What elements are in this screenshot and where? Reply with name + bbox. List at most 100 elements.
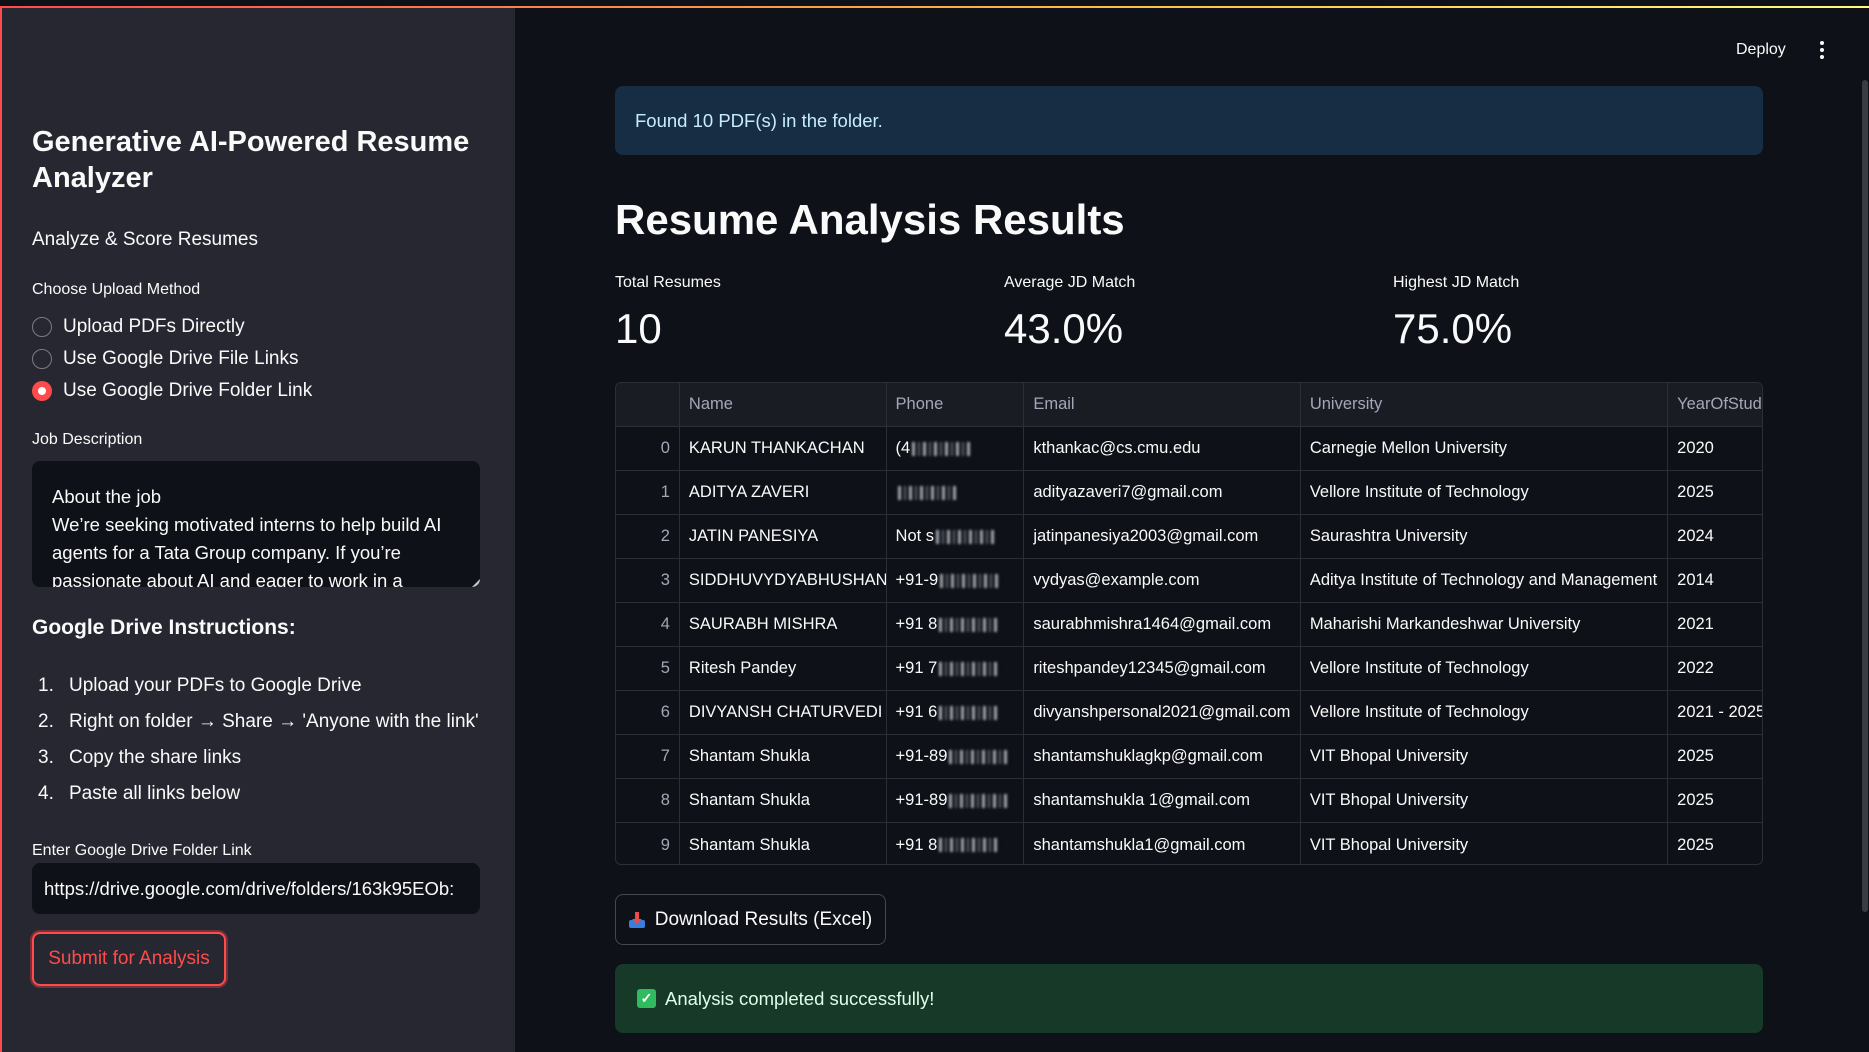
row-index[interactable]: 7 [616,735,680,778]
row-index[interactable]: 5 [616,647,680,690]
cell-university[interactable]: VIT Bhopal University [1301,823,1669,864]
row-index[interactable]: 4 [616,603,680,646]
cell-phone[interactable]: +91 6 [887,691,1025,734]
cell-email[interactable]: shantamshukla 1@gmail.com [1024,779,1301,822]
table-row[interactable]: 3 SIDDHUVYDYABHUSHANA +91-9 vydyas@example.… [616,559,1762,603]
radio-drive-file-links[interactable]: Use Google Drive File Links [32,346,298,372]
cell-email[interactable]: shantamshukla1@gmail.com [1024,823,1301,864]
cell-year[interactable]: 2021 [1668,603,1762,646]
cell-year[interactable]: 2021 - 2025 [1668,691,1762,734]
cell-name[interactable]: Shantam Shukla [680,779,887,822]
cell-phone[interactable]: (4 [887,427,1025,470]
cell-university[interactable]: VIT Bhopal University [1301,779,1669,822]
sidebar-subtitle: Analyze & Score Resumes [32,229,258,250]
job-description-textarea[interactable]: About the job We’re seeking motivated in… [32,461,480,587]
cell-email[interactable]: divyanshpersonal2021@gmail.com [1024,691,1301,734]
check-icon: ✓ [637,989,656,1008]
more-menu-icon[interactable] [1819,41,1825,59]
cell-email[interactable]: riteshpandey12345@gmail.com [1024,647,1301,690]
cell-university[interactable]: Aditya Institute of Technology and Manag… [1301,559,1669,602]
cell-university[interactable]: Maharishi Markandeshwar University [1301,603,1669,646]
table-row[interactable]: 5 Ritesh Pandey +91 7 riteshpandey12345@gma… [616,647,1762,691]
cell-university[interactable]: Saurashtra University [1301,515,1669,558]
table-row[interactable]: 4 SAURABH MISHRA +91 8 saurabhmishra1464@gm… [616,603,1762,647]
cell-name[interactable]: Ritesh Pandey [680,647,887,690]
radio-upload-pdfs[interactable]: Upload PDFs Directly [32,314,245,340]
cell-year[interactable]: 2025 [1668,779,1762,822]
list-item: 1. Upload your PDFs to Google Drive [38,675,362,696]
cell-phone[interactable]: +91-89 [887,735,1025,778]
table-row[interactable]: 6 DIVYANSH CHATURVEDI +91 6 divyanshpersona… [616,691,1762,735]
cell-phone[interactable]: +91 8 [887,823,1025,864]
cell-name[interactable]: SAURABH MISHRA [680,603,887,646]
scrollbar[interactable] [1862,80,1868,912]
folder-link-input[interactable]: https://drive.google.com/drive/folders/1… [32,863,480,914]
cell-year[interactable]: 2014 [1668,559,1762,602]
cell-phone[interactable]: +91 7 [887,647,1025,690]
cell-name[interactable]: Shantam Shukla [680,823,887,864]
radio-label: Use Google Drive File Links [63,348,299,369]
cell-email[interactable]: shantamshuklagkp@gmail.com [1024,735,1301,778]
cell-year[interactable]: 2025 [1668,471,1762,514]
cell-phone[interactable]: +91-9 [887,559,1025,602]
cell-university[interactable]: VIT Bhopal University [1301,735,1669,778]
column-header-phone[interactable]: Phone [886,383,1025,426]
cell-phone[interactable]: +91 8 [887,603,1025,646]
cell-name[interactable]: KARUN THANKACHAN [680,427,887,470]
row-index[interactable]: 1 [616,471,680,514]
table-row[interactable]: 0 KARUN THANKACHAN (4 kthankac@cs.cmu.edu Ca… [616,427,1762,471]
radio-label: Use Google Drive Folder Link [63,380,313,401]
info-alert: Found 10 PDF(s) in the folder. [615,86,1763,155]
radio-label: Upload PDFs Directly [63,316,245,337]
submit-button[interactable]: Submit for Analysis [32,932,226,986]
cell-university[interactable]: Vellore Institute of Technology [1301,471,1669,514]
cell-year[interactable]: 2025 [1668,735,1762,778]
row-index[interactable]: 0 [616,427,680,470]
table-row[interactable]: 9 Shantam Shukla +91 8 shantamshukla1@gmail… [616,823,1762,864]
row-index[interactable]: 9 [616,823,680,864]
table-row[interactable]: 8 Shantam Shukla +91-89 shantamshukla 1@gma… [616,779,1762,823]
cell-phone[interactable]: Not s [887,515,1025,558]
cell-name[interactable]: SIDDHUVYDYABHUSHANA [680,559,887,602]
deploy-button[interactable]: Deploy [1736,41,1786,59]
column-header-index[interactable] [616,383,680,426]
cell-university[interactable]: Vellore Institute of Technology [1301,647,1669,690]
cell-email[interactable]: vydyas@example.com [1024,559,1301,602]
radio-button[interactable] [32,349,52,369]
table-row[interactable]: 1 ADITYA ZAVERI adityazaveri7@gmail.com Vel… [616,471,1762,515]
radio-button[interactable] [32,317,52,337]
row-index[interactable]: 8 [616,779,680,822]
row-index[interactable]: 2 [616,515,680,558]
cell-name[interactable]: ADITYA ZAVERI [680,471,887,514]
row-index[interactable]: 3 [616,559,680,602]
cell-email[interactable]: saurabhmishra1464@gmail.com [1024,603,1301,646]
cell-email[interactable]: adityazaveri7@gmail.com [1024,471,1301,514]
cell-phone[interactable] [887,471,1025,514]
cell-name[interactable]: JATIN PANESIYA [680,515,887,558]
cell-year[interactable]: 2020 [1668,427,1762,470]
cell-university[interactable]: Carnegie Mellon University [1301,427,1669,470]
cell-year[interactable]: 2025 [1668,823,1762,864]
column-header-email[interactable]: Email [1024,383,1301,426]
cell-email[interactable]: jatinpanesiya2003@gmail.com [1024,515,1301,558]
cell-phone[interactable]: +91-89 [887,779,1025,822]
cell-name[interactable]: DIVYANSH CHATURVEDI [680,691,887,734]
resize-handle-icon[interactable] [472,579,480,587]
column-header-year[interactable]: YearOfStud [1668,383,1762,426]
cell-name[interactable]: Shantam Shukla [680,735,887,778]
table-row[interactable]: 7 Shantam Shukla +91-89 shantamshuklagkp@gm… [616,735,1762,779]
cell-email[interactable]: kthankac@cs.cmu.edu [1024,427,1301,470]
column-header-name[interactable]: Name [679,383,887,426]
table-row[interactable]: 2 JATIN PANESIYA Not s jatinpanesiya2003@gm… [616,515,1762,559]
folder-link-label: Enter Google Drive Folder Link [32,842,252,859]
download-results-button[interactable]: Download Results (Excel) [615,894,886,945]
radio-button-selected[interactable] [32,381,52,401]
redacted-phone-blur [939,661,1000,676]
radio-drive-folder-link[interactable]: Use Google Drive Folder Link [32,378,312,404]
results-table[interactable]: Name Phone Email University YearOfStud 0… [615,382,1763,865]
row-index[interactable]: 6 [616,691,680,734]
column-header-university[interactable]: University [1300,383,1669,426]
cell-university[interactable]: Vellore Institute of Technology [1301,691,1669,734]
cell-year[interactable]: 2022 [1668,647,1762,690]
cell-year[interactable]: 2024 [1668,515,1762,558]
